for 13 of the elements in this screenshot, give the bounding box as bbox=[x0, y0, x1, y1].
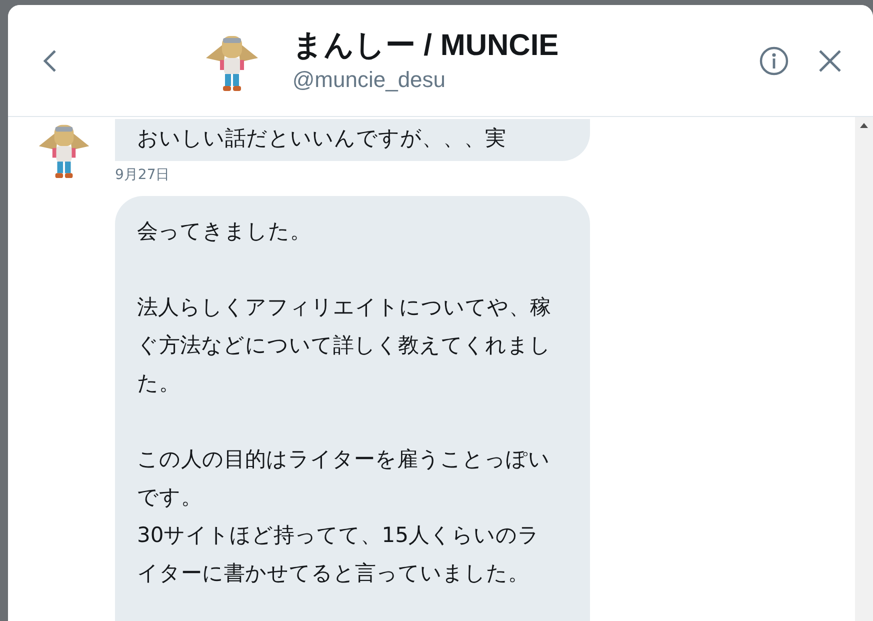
profile-name: まんしー / MUNCIE bbox=[292, 28, 559, 64]
message-text: 会ってきました。 bbox=[137, 218, 312, 245]
message-date: 9月27日 bbox=[115, 166, 171, 185]
info-icon bbox=[759, 46, 789, 76]
message-text: おいしい話だといいんですが、、、実 bbox=[137, 125, 507, 152]
close-icon bbox=[818, 48, 842, 72]
message-text: 30サイトほど持ってて、15人くらいのライターに書かせてると言っていました。 bbox=[137, 522, 540, 587]
chevron-left-icon bbox=[43, 48, 57, 72]
scrollbar[interactable] bbox=[855, 117, 873, 621]
message-text: この人の目的はライターを雇うことっぽいです。 bbox=[137, 446, 551, 511]
profile-handle: @muncie_desu bbox=[292, 66, 447, 94]
scroll-up-icon bbox=[860, 123, 868, 128]
message-text: 法人らしくアフィリエイトについてや、稼ぐ方法などについて詳しく教えてくれました。 bbox=[137, 294, 552, 397]
